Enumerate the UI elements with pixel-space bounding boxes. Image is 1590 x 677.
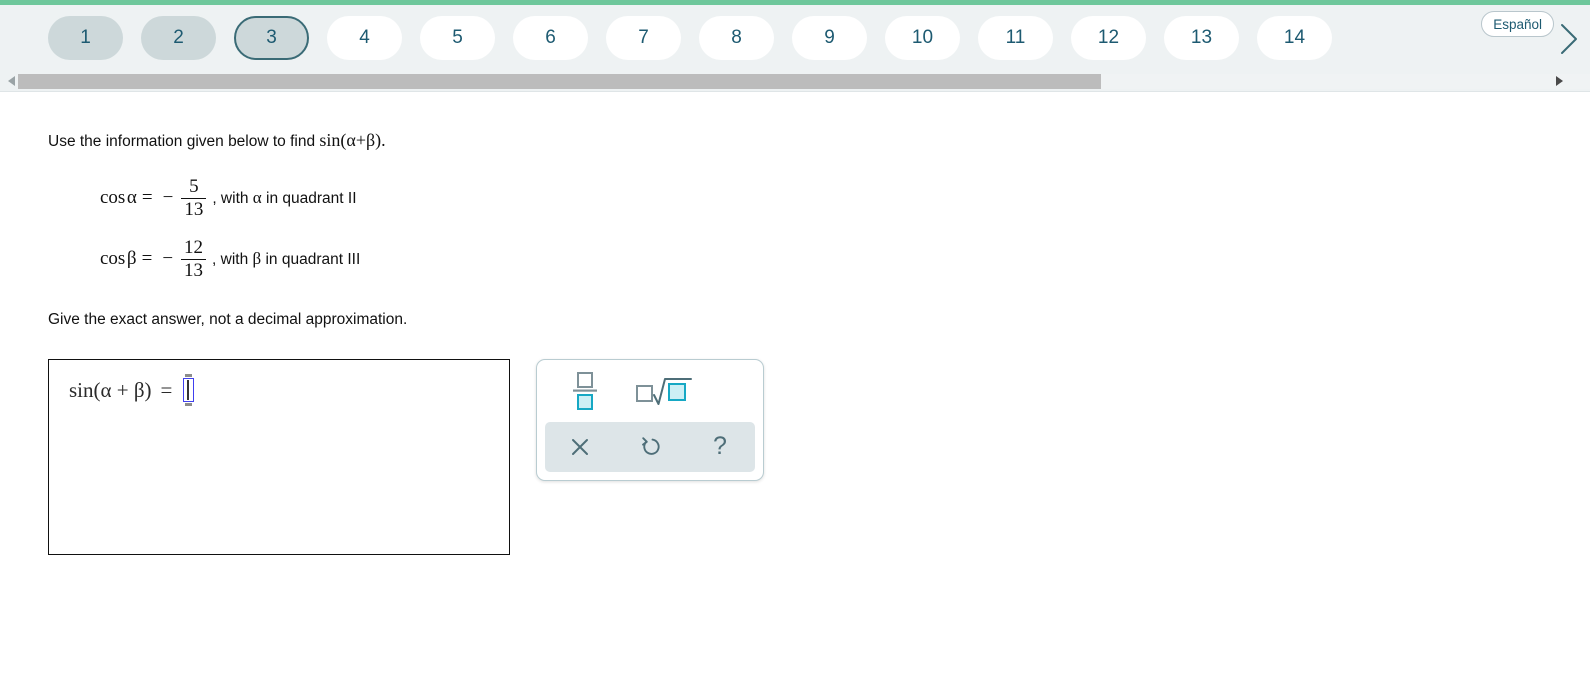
prompt-math: sin(α+β).	[319, 130, 386, 150]
triangle-left-glyph	[7, 76, 15, 86]
tab-question-10[interactable]: 10	[885, 16, 960, 60]
input-handle-bottom	[185, 403, 193, 407]
tab-question-7[interactable]: 7	[606, 16, 681, 60]
tab-list: 1 2 3 4 5 6 7 8 9 10 11 12 13 14	[0, 5, 1350, 71]
language-toggle-button[interactable]: Español	[1481, 11, 1554, 37]
given-quadrant-text: , with β in quadrant III	[212, 249, 361, 269]
tab-question-2[interactable]: 2	[141, 16, 216, 60]
given-minus: −	[162, 248, 174, 270]
math-palette-tools: ?	[545, 421, 755, 472]
tab-question-13[interactable]: 13	[1164, 16, 1239, 60]
tab-question-8[interactable]: 8	[699, 16, 774, 60]
given-quadrant-text: , with α in quadrant II	[212, 188, 357, 208]
tab-question-4[interactable]: 4	[327, 16, 402, 60]
tab-label: 6	[545, 27, 556, 48]
answer-format-note: Give the exact answer, not a decimal app…	[48, 310, 408, 328]
help-icon[interactable]: ?	[694, 427, 746, 467]
tab-label: 14	[1283, 27, 1306, 48]
given-variable: α	[125, 187, 137, 209]
tab-label: 4	[359, 27, 370, 48]
answer-row: sin(α + β) = ?	[48, 358, 1590, 555]
tab-label: 9	[824, 27, 835, 48]
tab-label: 13	[1190, 27, 1213, 48]
given-equation: cos β = −12 13	[100, 238, 209, 281]
math-palette-symbols	[537, 360, 763, 422]
given-minus: −	[162, 187, 174, 209]
prompt-text: Use the information given below to find	[48, 133, 316, 150]
scroll-left-arrow-icon[interactable]	[2, 71, 20, 91]
tab-question-5[interactable]: 5	[420, 16, 495, 60]
given-conditions-list: cos α = −5 13, with α in quadrant II cos β = −…	[100, 177, 1590, 281]
given-equation: cos α = −5 13	[100, 177, 209, 220]
tab-label: 12	[1097, 27, 1120, 48]
tab-question-11[interactable]: 11	[978, 16, 1053, 60]
fraction-numerator: 5	[189, 176, 199, 197]
next-question-chevron-icon[interactable]	[1554, 21, 1584, 57]
given-equals: =	[141, 187, 153, 209]
tab-label: 1	[80, 27, 91, 48]
help-glyph: ?	[713, 432, 727, 461]
tab-question-6[interactable]: 6	[513, 16, 588, 60]
answer-input-box[interactable]: sin(α + β) =	[48, 358, 510, 555]
answer-equals-sign: =	[160, 377, 173, 402]
math-palette: ?	[536, 358, 764, 481]
tab-label: 10	[911, 27, 934, 48]
tab-label: 8	[731, 27, 742, 48]
tab-question-9[interactable]: 9	[792, 16, 867, 60]
tab-question-1[interactable]: 1	[48, 16, 123, 60]
fraction-icon[interactable]	[563, 370, 607, 412]
input-handle-top	[185, 374, 193, 378]
given-fraction: 12 13	[181, 236, 207, 282]
question-content: Use the information given below to find …	[0, 92, 1590, 555]
tab-label: 3	[266, 27, 277, 48]
answer-expression-lhs: sin(α + β)	[69, 377, 152, 402]
given-condition: cos β = −12 13, with β in quadrant III	[100, 238, 1590, 281]
given-fraction: 5 13	[181, 176, 207, 221]
given-equals: =	[141, 248, 153, 270]
fraction-denominator: 13	[184, 199, 204, 221]
clear-icon[interactable]	[554, 427, 606, 467]
fraction-denominator: 13	[184, 260, 204, 282]
given-tail-variable: β	[252, 249, 262, 269]
square-root-icon[interactable]	[629, 374, 699, 408]
language-toggle-label: Español	[1493, 16, 1542, 32]
horizontal-scrollbar[interactable]	[0, 71, 1590, 92]
question-prompt: Use the information given below to find …	[48, 130, 1590, 151]
tab-label: 7	[638, 27, 649, 48]
answer-value-input[interactable]	[183, 374, 195, 407]
undo-icon[interactable]	[624, 427, 676, 467]
given-variable: β	[125, 248, 137, 270]
given-tail-variable: α	[252, 188, 262, 208]
triangle-right-glyph	[1555, 76, 1563, 86]
tab-question-12[interactable]: 12	[1071, 16, 1146, 60]
answer-expression: sin(α + β) =	[69, 374, 509, 407]
fraction-numerator: 12	[184, 236, 204, 258]
text-caret	[187, 380, 190, 401]
given-function: cos	[100, 248, 126, 270]
scroll-right-arrow-icon[interactable]	[1550, 71, 1568, 91]
given-function: cos	[100, 187, 126, 209]
tab-label: 11	[1005, 27, 1026, 48]
given-condition: cos α = −5 13, with α in quadrant II	[100, 177, 1590, 220]
question-tabstrip: 1 2 3 4 5 6 7 8 9 10 11 12 13 14 Español	[0, 5, 1590, 71]
tab-question-3[interactable]: 3	[234, 16, 309, 60]
scrollbar-thumb[interactable]	[18, 74, 1101, 89]
tab-label: 2	[173, 27, 184, 48]
tab-label: 5	[452, 27, 463, 48]
tab-question-14[interactable]: 14	[1257, 16, 1332, 60]
